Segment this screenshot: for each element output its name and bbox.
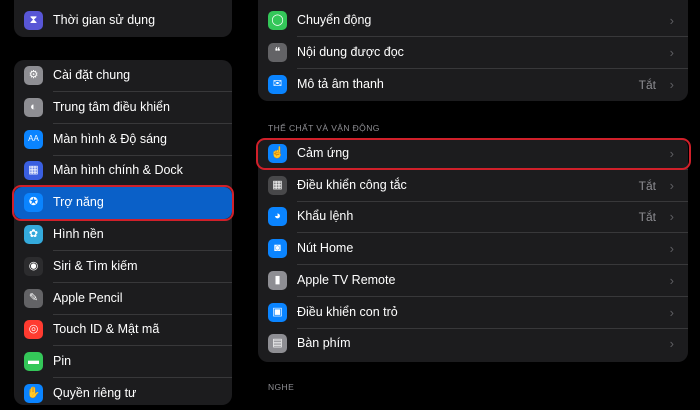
sidebar-item[interactable]: ✿ Hình nền bbox=[14, 219, 232, 251]
sidebar-item[interactable]: ✎ Apple Pencil bbox=[14, 283, 232, 315]
row-label: Điều khiển công tắc bbox=[297, 177, 407, 192]
row-label: Nút Home bbox=[297, 241, 354, 256]
row-label: Cảm ứng bbox=[297, 146, 350, 160]
sidebar-item-label: Apple Pencil bbox=[53, 290, 123, 305]
sidebar-item-label: Trung tâm điều khiển bbox=[53, 99, 170, 114]
row-label: Khẩu lệnh bbox=[297, 209, 354, 224]
chevron-right-icon: › bbox=[669, 209, 674, 225]
pencil-icon: ✎ bbox=[24, 288, 43, 308]
battery-icon: ▬ bbox=[24, 352, 43, 372]
sidebar-item[interactable]: ◎ Touch ID & Mật mã bbox=[14, 314, 232, 347]
row-label: Chuyển động bbox=[297, 13, 372, 27]
chevron-right-icon: › bbox=[669, 177, 674, 193]
chevron-right-icon: › bbox=[669, 146, 674, 161]
section-header-hearing: NGHE bbox=[268, 382, 295, 392]
physical-row[interactable]: ◙ Nút Home › bbox=[258, 233, 688, 266]
sidebar-group-screen-time: ⧗ Thời gian sử dụng bbox=[14, 0, 232, 37]
sidebar-item-label: Màn hình chính & Dock bbox=[53, 163, 183, 178]
motion-icon: ◯ bbox=[268, 11, 287, 30]
speech-bubble-icon: ❝ bbox=[268, 43, 287, 62]
fingerprint-icon: ◎ bbox=[24, 320, 43, 340]
row-value: Tắt bbox=[638, 178, 656, 193]
sidebar-item-label: Pin bbox=[53, 354, 72, 369]
sidebar-item[interactable]: ◉ Siri & Tìm kiếm bbox=[14, 251, 232, 283]
sidebar-item-label: Hình nền bbox=[53, 227, 104, 241]
switch-grid-icon: ▦ bbox=[268, 175, 287, 195]
chevron-right-icon: › bbox=[669, 13, 674, 28]
row-label: Điều khiển con trỏ bbox=[297, 304, 398, 319]
text-size-icon: AA bbox=[24, 129, 43, 149]
chevron-right-icon: › bbox=[669, 304, 674, 320]
accessibility-icon: ✪ bbox=[24, 193, 43, 213]
keyboard-icon: ▤ bbox=[268, 334, 287, 354]
touch-hand-icon: ☝ bbox=[268, 144, 287, 163]
sidebar-item[interactable]: ▦ Màn hình chính & Dock bbox=[14, 155, 232, 187]
sidebar-item-label: Touch ID & Mật mã bbox=[53, 322, 160, 337]
sidebar-item[interactable]: ✪ Trợ năng bbox=[14, 187, 232, 219]
sidebar-item-label: Cài đặt chung bbox=[53, 68, 131, 82]
siri-icon: ◉ bbox=[24, 256, 43, 276]
sidebar-item-label: Trợ năng bbox=[53, 195, 104, 210]
sidebar-item[interactable]: AA Màn hình & Độ sáng bbox=[14, 124, 232, 156]
sidebar-item[interactable]: ◐ Trung tâm điều khiển bbox=[14, 92, 232, 124]
flower-icon: ✿ bbox=[24, 225, 43, 244]
vision-row[interactable]: ✉ Mô tả âm thanh Tắt › bbox=[258, 69, 688, 101]
chevron-right-icon: › bbox=[669, 241, 674, 257]
physical-row[interactable]: ▣ Điều khiển con trỏ › bbox=[258, 297, 688, 329]
physical-row[interactable]: ☝ Cảm ứng › bbox=[258, 138, 688, 170]
voice-control-icon: ◕ bbox=[268, 207, 287, 227]
sidebar-item-label: Siri & Tìm kiếm bbox=[53, 258, 138, 273]
row-value: Tắt bbox=[638, 78, 656, 92]
chevron-right-icon: › bbox=[669, 272, 674, 288]
audio-description-icon: ✉ bbox=[268, 75, 287, 94]
vision-row[interactable]: ❝ Nội dung được đọc › bbox=[258, 37, 688, 69]
row-label: Nội dung được đọc bbox=[297, 45, 404, 59]
vision-row[interactable]: ◯ Chuyển động › bbox=[258, 5, 688, 37]
physical-row[interactable]: ▤ Bàn phím › bbox=[258, 328, 688, 360]
hourglass-icon: ⧗ bbox=[24, 10, 43, 30]
sidebar-item[interactable]: ▬ Pin bbox=[14, 346, 232, 379]
section-header-physical: THỂ CHẤT VÀ VẬN ĐỘNG bbox=[268, 123, 380, 133]
row-label: Mô tả âm thanh bbox=[297, 77, 384, 91]
chevron-right-icon: › bbox=[669, 45, 674, 60]
sidebar-item-label: Màn hình & Độ sáng bbox=[53, 131, 167, 146]
gear-icon: ⚙ bbox=[24, 66, 43, 85]
row-label: Apple TV Remote bbox=[297, 272, 396, 287]
chevron-right-icon: › bbox=[669, 77, 674, 92]
home-button-icon: ◙ bbox=[268, 239, 287, 259]
pointer-icon: ▣ bbox=[268, 302, 287, 322]
physical-row[interactable]: ▮ Apple TV Remote › bbox=[258, 265, 688, 297]
sidebar-item-label: Quyền riêng tư bbox=[53, 386, 137, 400]
physical-row[interactable]: ▦ Điều khiển công tắc Tắt › bbox=[258, 170, 688, 202]
toggles-icon: ◐ bbox=[24, 97, 43, 117]
chevron-right-icon: › bbox=[669, 336, 674, 352]
row-value: Tắt bbox=[638, 210, 656, 225]
home-grid-icon: ▦ bbox=[24, 161, 43, 181]
physical-row[interactable]: ◕ Khẩu lệnh Tắt › bbox=[258, 201, 688, 234]
sidebar-item[interactable]: ✋ Quyền riêng tư bbox=[14, 378, 232, 410]
remote-icon: ▮ bbox=[268, 270, 287, 290]
sidebar-item-screen-time[interactable]: ⧗ Thời gian sử dụng bbox=[14, 4, 232, 36]
sidebar-item[interactable]: ⚙ Cài đặt chung bbox=[14, 60, 232, 92]
row-label: Bàn phím bbox=[297, 336, 351, 351]
sidebar-item-label: Thời gian sử dụng bbox=[53, 13, 156, 27]
